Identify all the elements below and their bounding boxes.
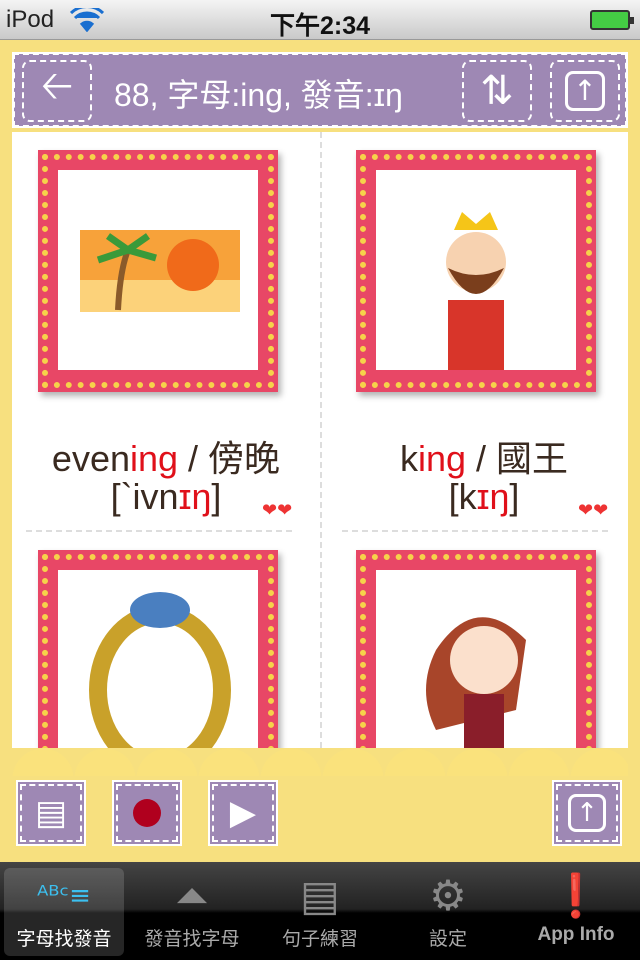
scallop-border bbox=[12, 748, 628, 776]
clock: 下午2:34 bbox=[269, 12, 371, 40]
battery-icon bbox=[590, 10, 634, 30]
tab-settings[interactable]: ⚙ 設定 bbox=[388, 868, 508, 956]
abc-books-icon: ᴬᴮᶜ≡ bbox=[37, 881, 91, 911]
arrow-left-icon: 🡠 bbox=[40, 63, 74, 109]
page-title: 88, 字母:ing, 發音:ɪŋ bbox=[114, 77, 403, 113]
tab-sound-to-letter[interactable]: ⏶ 發音找字母 bbox=[132, 868, 252, 956]
divider bbox=[26, 530, 292, 532]
document-icon: ▤ bbox=[300, 871, 340, 920]
tab-app-info[interactable]: ❗ App Info bbox=[516, 868, 636, 956]
tab-sentence-practice[interactable]: ▤ 句子練習 bbox=[260, 868, 380, 956]
record-button[interactable] bbox=[112, 780, 182, 846]
ring-image bbox=[89, 592, 231, 748]
back-button[interactable]: 🡠 bbox=[22, 60, 92, 122]
upload-top-icon: ↑ bbox=[568, 794, 606, 832]
play-icon: ▶ bbox=[229, 793, 257, 833]
hearts-icon[interactable]: ❤❤ bbox=[262, 500, 292, 521]
lips-icon: ⏶ bbox=[175, 871, 209, 920]
refresh-button[interactable]: ⇅ bbox=[462, 60, 532, 122]
singer-girl-image bbox=[426, 617, 526, 748]
record-icon bbox=[133, 799, 161, 827]
divider bbox=[342, 530, 608, 532]
tab-bar: ᴬᴮᶜ≡ 字母找發音 ⏶ 發音找字母 ▤ 句子練習 ⚙ 設定 ❗ App Info bbox=[0, 862, 640, 960]
word-card-girl[interactable] bbox=[356, 550, 596, 748]
sunset-image bbox=[80, 230, 240, 312]
gear-icon: ⚙ bbox=[429, 871, 467, 920]
play-button[interactable]: ▶ bbox=[208, 780, 278, 846]
word-card-evening[interactable] bbox=[38, 150, 278, 392]
divider bbox=[320, 132, 322, 748]
top-button[interactable]: ↑ bbox=[550, 60, 620, 122]
word-king: king / 國王 bbox=[399, 438, 569, 479]
word-list-audio-button[interactable]: ▤ bbox=[16, 780, 86, 846]
status-bar: iPod 下午2:34 bbox=[0, 0, 640, 40]
document-speaker-icon: ▤ bbox=[34, 793, 68, 833]
scroll-top-button[interactable]: ↑ bbox=[552, 780, 622, 846]
king-image bbox=[446, 212, 506, 370]
word-list[interactable]: evening / 傍晚 [`ivnɪŋ] king / 國王 [kɪŋ] ❤❤… bbox=[12, 132, 628, 748]
word-evening: evening / 傍晚 bbox=[51, 438, 281, 479]
header-bar: 🡠 88, 字母:ing, 發音:ɪŋ ⇅ ↑ bbox=[12, 52, 628, 128]
hearts-icon[interactable]: ❤❤ bbox=[578, 500, 608, 521]
tab-letter-to-sound[interactable]: ᴬᴮᶜ≡ 字母找發音 bbox=[4, 868, 124, 956]
info-icon: ❗ bbox=[549, 871, 603, 920]
word-card-ring[interactable] bbox=[38, 550, 278, 748]
upload-top-icon: ↑ bbox=[565, 71, 605, 111]
word-card-king[interactable] bbox=[356, 150, 596, 392]
refresh-icon: ⇅ bbox=[480, 68, 514, 114]
